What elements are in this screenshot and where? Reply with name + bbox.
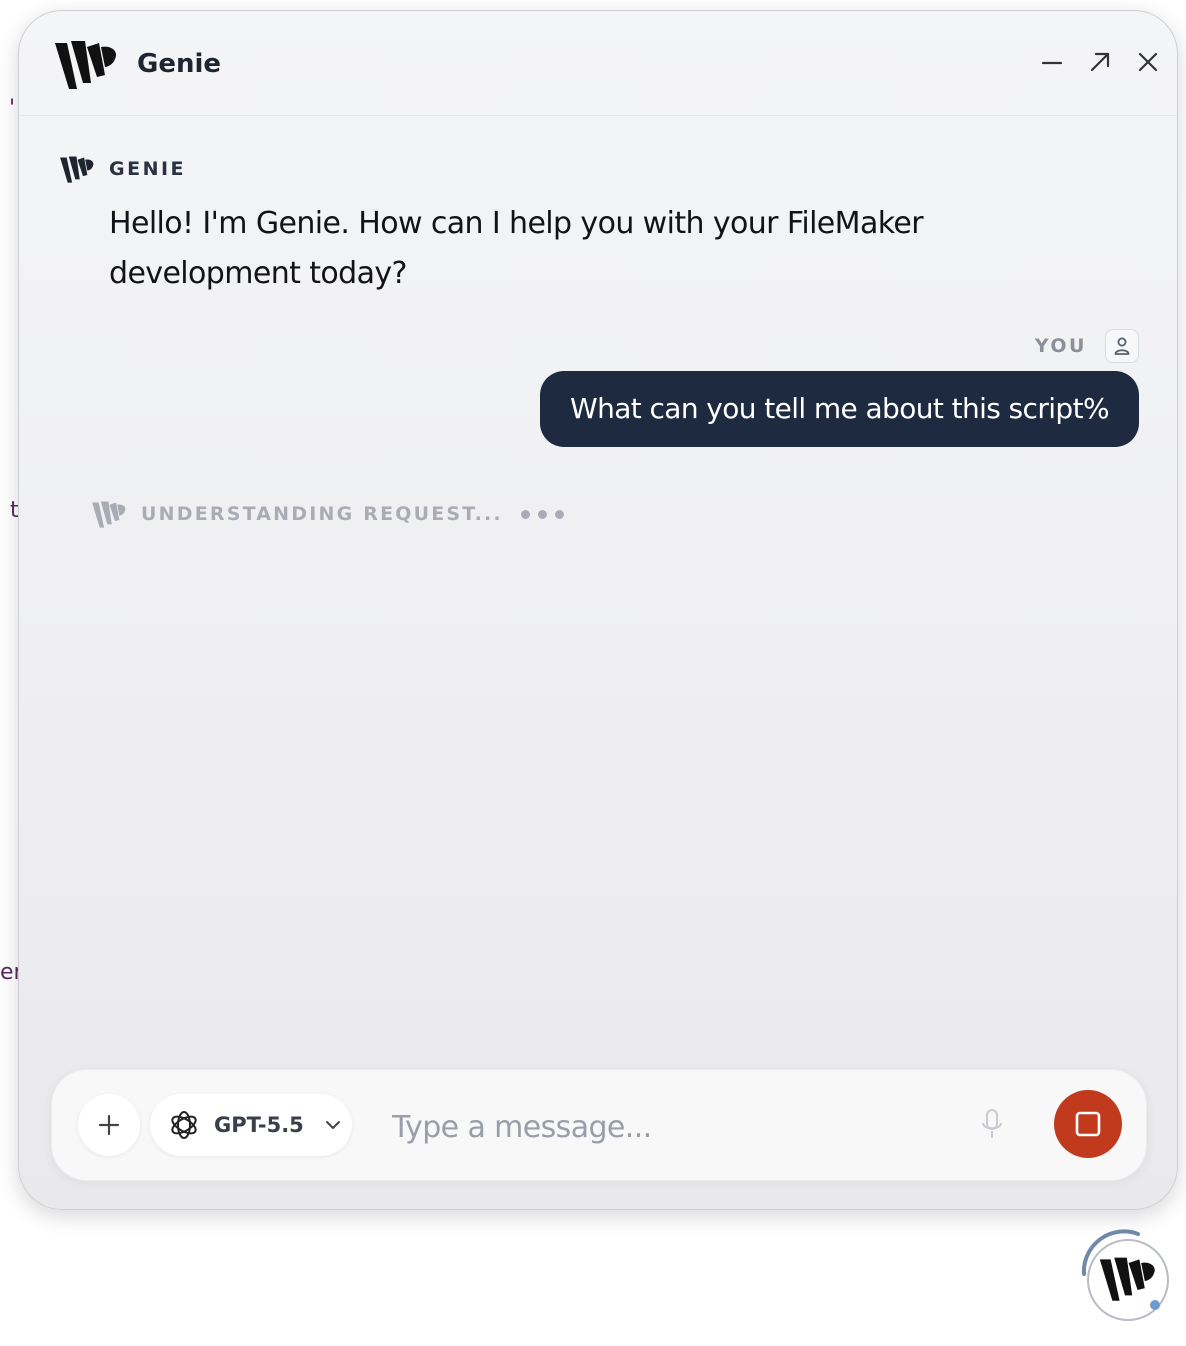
expand-button[interactable] [1085,47,1115,77]
user-message-bubble: What can you tell me about this script% [540,371,1139,447]
model-name: GPT-5.5 [214,1113,304,1137]
close-button[interactable] [1133,47,1163,77]
chevron-down-icon [325,1121,340,1129]
typing-dots [520,509,572,519]
model-selector[interactable]: GPT-5.5 [150,1094,352,1156]
attach-button[interactable] [78,1094,140,1156]
genie-logo-icon [55,41,117,89]
expand-arrow-icon [1090,52,1110,72]
message-composer: GPT-5.5 [51,1069,1147,1181]
user-message-header: YOU [1035,329,1139,363]
stop-generation-button[interactable] [1054,1090,1122,1158]
user-role-label: YOU [1034,335,1087,357]
minimize-button[interactable] [1037,47,1067,77]
minimize-icon [1041,61,1063,65]
user-icon [1114,337,1130,355]
thinking-status: UNDERSTANDING REQUEST... [91,499,572,529]
message-input[interactable] [390,1098,954,1156]
assistant-message-text: Hello! I'm Genie. How can I help you wit… [109,206,924,291]
assistant-message-header: GENIE [59,154,186,184]
genie-launcher-button[interactable] [1076,1228,1172,1324]
user-avatar [1105,329,1139,363]
background-text-fragment: ' [9,96,16,121]
window-title: Genie [137,49,222,79]
openai-icon [171,1111,197,1139]
chat-header: Genie [19,11,1177,116]
microphone-icon [982,1109,1002,1138]
genie-chat-window: Genie GENIE Hello! I'm Genie. How can I … [18,10,1178,1210]
assistant-role-label: GENIE [109,158,187,180]
stop-icon [1075,1111,1101,1137]
close-icon [1138,52,1158,72]
genie-logo-icon [60,156,94,183]
genie-logo-icon [92,501,126,528]
status-text: UNDERSTANDING REQUEST... [141,503,503,525]
microphone-button[interactable] [976,1106,1008,1144]
plus-icon [98,1114,120,1136]
